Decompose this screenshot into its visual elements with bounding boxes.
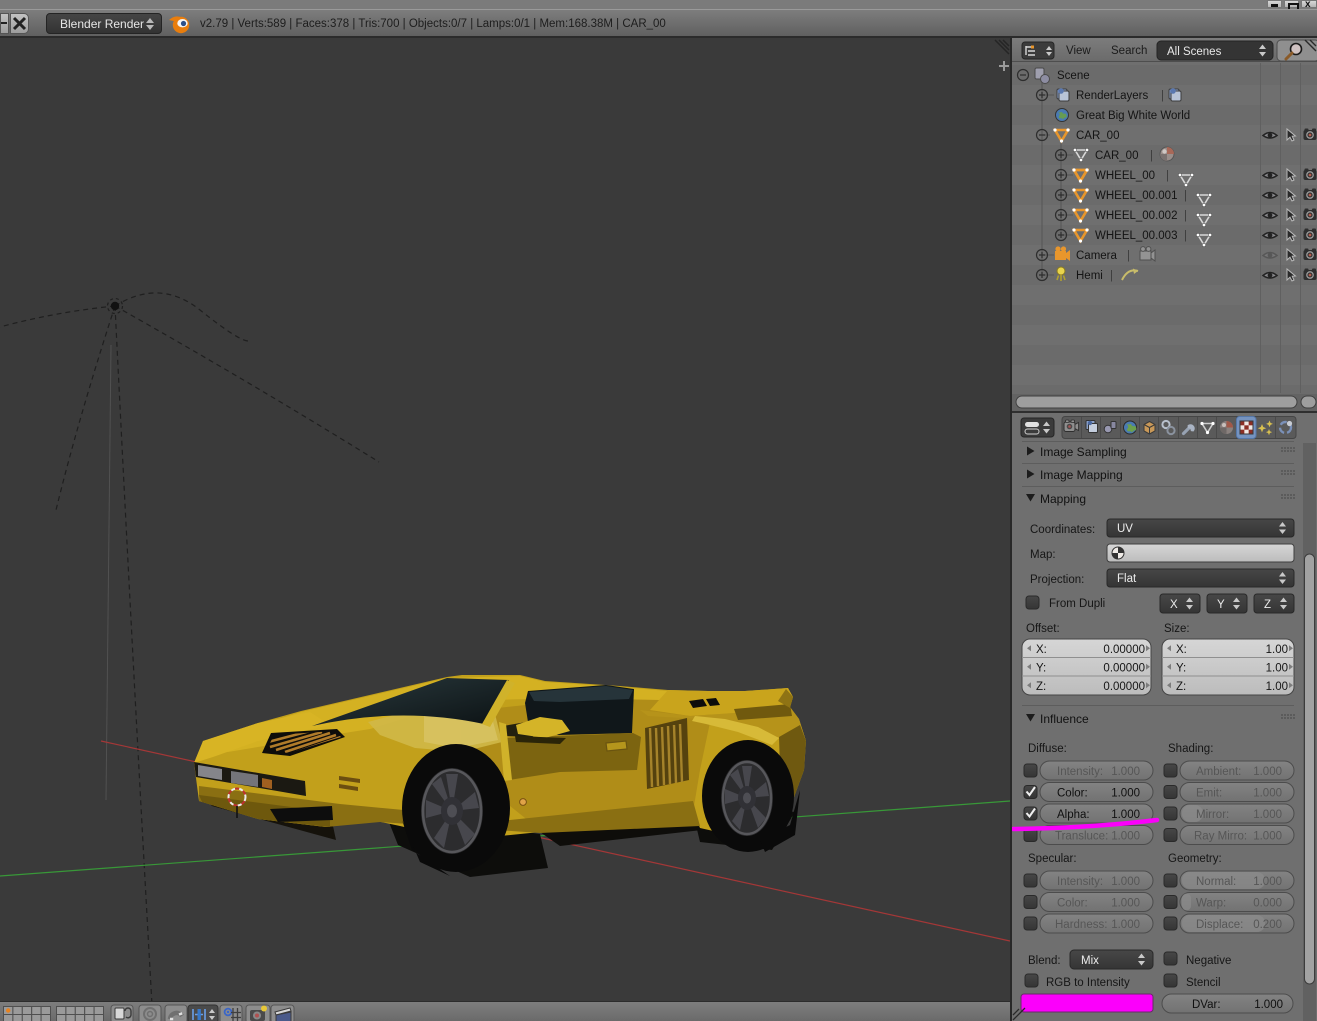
svg-text:1.000: 1.000 — [1254, 999, 1283, 1011]
svg-text:Stencil: Stencil — [1186, 977, 1221, 989]
svg-text:Image Sampling: Image Sampling — [1040, 445, 1127, 459]
svg-text:Hemi: Hemi — [1076, 270, 1103, 282]
svg-text:Influence: Influence — [1040, 712, 1089, 726]
svg-text:1.000: 1.000 — [1111, 788, 1140, 800]
svg-text:Negative: Negative — [1186, 955, 1231, 967]
svg-text:X:: X: — [1176, 644, 1187, 656]
svg-text:Great Big White World: Great Big White World — [1076, 110, 1190, 122]
svg-text:Diffuse:: Diffuse: — [1028, 743, 1067, 755]
svg-text:DVar:: DVar: — [1192, 999, 1221, 1011]
svg-text:Camera: Camera — [1076, 250, 1118, 262]
svg-text:|: | — [1184, 210, 1187, 222]
svg-text:0.00000: 0.00000 — [1103, 663, 1145, 675]
svg-text:0.00000: 0.00000 — [1103, 644, 1145, 656]
svg-text:X:: X: — [1036, 644, 1047, 656]
svg-text:1.00: 1.00 — [1266, 644, 1288, 656]
svg-text:Mapping: Mapping — [1040, 492, 1086, 506]
svg-text:1.000: 1.000 — [1253, 809, 1282, 821]
svg-text:0.00000: 0.00000 — [1103, 681, 1145, 693]
svg-text:Emit:: Emit: — [1196, 788, 1222, 800]
svg-text:Hardness:: Hardness: — [1055, 919, 1107, 931]
svg-text:Offset:: Offset: — [1026, 623, 1060, 635]
svg-text:CAR_00: CAR_00 — [1076, 130, 1119, 142]
svg-text:1.000: 1.000 — [1111, 831, 1140, 843]
svg-text:Coordinates:: Coordinates: — [1030, 524, 1095, 536]
svg-text:Shading:: Shading: — [1168, 743, 1213, 755]
svg-text:|: | — [1166, 170, 1169, 182]
svg-text:Specular:: Specular: — [1028, 853, 1077, 865]
svg-text:Z:: Z: — [1176, 681, 1186, 693]
svg-text:Map:: Map: — [1030, 549, 1056, 561]
svg-text:Mix: Mix — [1081, 955, 1099, 967]
svg-text:|: | — [1184, 230, 1187, 242]
svg-text:Intensity:: Intensity: — [1057, 766, 1103, 778]
svg-text:Ray Mirro:: Ray Mirro: — [1194, 831, 1247, 843]
svg-text:UV: UV — [1117, 523, 1133, 535]
svg-text:Image Mapping: Image Mapping — [1040, 468, 1123, 482]
svg-text:Z:: Z: — [1036, 681, 1046, 693]
svg-text:From Dupli: From Dupli — [1049, 598, 1105, 610]
svg-text:1.000: 1.000 — [1111, 766, 1140, 778]
svg-text:RGB to Intensity: RGB to Intensity — [1046, 977, 1130, 989]
svg-text:RenderLayers: RenderLayers — [1076, 90, 1148, 102]
svg-text:Color:: Color: — [1057, 788, 1088, 800]
svg-text:Y: Y — [1217, 599, 1225, 611]
svg-text:0.200: 0.200 — [1253, 919, 1282, 931]
svg-text:Size:: Size: — [1164, 623, 1190, 635]
svg-text:Search: Search — [1111, 45, 1147, 57]
svg-text:1.000: 1.000 — [1253, 766, 1282, 778]
svg-text:WHEEL_00: WHEEL_00 — [1095, 170, 1155, 182]
svg-text:|: | — [1150, 150, 1153, 162]
svg-text:Y:: Y: — [1036, 663, 1046, 675]
svg-text:All Scenes: All Scenes — [1167, 46, 1222, 58]
svg-text:WHEEL_00.002: WHEEL_00.002 — [1095, 210, 1177, 222]
svg-text:|: | — [1127, 250, 1130, 262]
svg-text:Warp:: Warp: — [1196, 898, 1226, 910]
svg-text:1.000: 1.000 — [1111, 898, 1140, 910]
svg-text:Z: Z — [1264, 599, 1271, 611]
svg-text:1.00: 1.00 — [1266, 681, 1288, 693]
svg-text:Scene: Scene — [1057, 70, 1090, 82]
svg-text:1.000: 1.000 — [1253, 788, 1282, 800]
svg-text:Normal:: Normal: — [1196, 876, 1236, 888]
svg-text:WHEEL_00.001: WHEEL_00.001 — [1095, 190, 1177, 202]
svg-text:Intensity:: Intensity: — [1057, 876, 1103, 888]
svg-text:Color:: Color: — [1057, 898, 1088, 910]
svg-text:Alpha:: Alpha: — [1057, 809, 1090, 821]
svg-text:View: View — [1066, 45, 1091, 57]
svg-text:|: | — [1161, 90, 1164, 102]
svg-text:CAR_00: CAR_00 — [1095, 150, 1138, 162]
svg-text:Ambient:: Ambient: — [1196, 766, 1241, 778]
svg-text:1.000: 1.000 — [1253, 876, 1282, 888]
svg-text:Y:: Y: — [1176, 663, 1186, 675]
svg-text:1.00: 1.00 — [1266, 663, 1288, 675]
svg-text:1.000: 1.000 — [1111, 809, 1140, 821]
svg-text:|: | — [1110, 270, 1113, 282]
svg-text:X: X — [1170, 599, 1178, 611]
svg-text:0.000: 0.000 — [1253, 898, 1282, 910]
svg-text:Projection:: Projection: — [1030, 574, 1084, 586]
svg-text:Flat: Flat — [1117, 573, 1137, 585]
svg-text:1.000: 1.000 — [1111, 876, 1140, 888]
svg-text:WHEEL_00.003: WHEEL_00.003 — [1095, 230, 1177, 242]
svg-text:Blend:: Blend: — [1028, 955, 1061, 967]
svg-text:Mirror:: Mirror: — [1196, 809, 1229, 821]
svg-text:1.000: 1.000 — [1253, 831, 1282, 843]
svg-text:Transluce:: Transluce: — [1055, 831, 1108, 843]
svg-text:Geometry:: Geometry: — [1168, 853, 1222, 865]
svg-text:|: | — [1184, 190, 1187, 202]
svg-text:Displace:: Displace: — [1196, 919, 1243, 931]
svg-text:1.000: 1.000 — [1111, 919, 1140, 931]
